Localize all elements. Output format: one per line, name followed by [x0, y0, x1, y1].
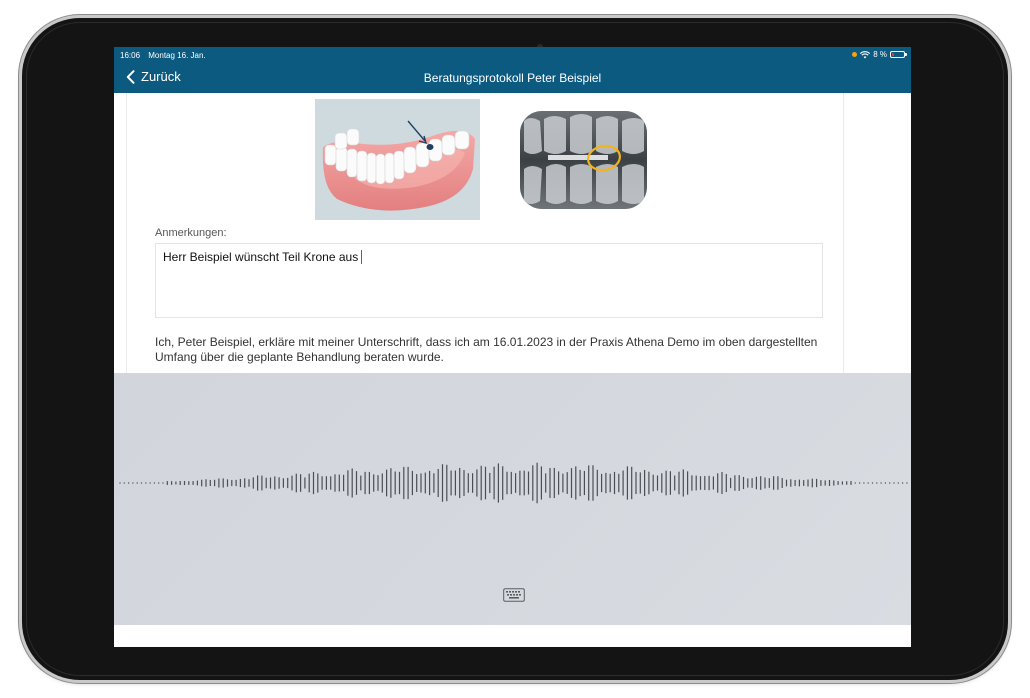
teeth-illustration	[315, 99, 480, 220]
text-cursor	[361, 250, 363, 264]
status-left: 16:06 Montag 16. Jan.	[120, 51, 212, 60]
notes-value: Herr Beispiel wünscht Teil Krone aus	[163, 250, 359, 264]
battery-icon	[890, 51, 907, 58]
battery-percent: 8 %	[873, 50, 887, 59]
bottom-area	[114, 625, 911, 647]
consultation-form: Anmerkungen: Herr Beispiel wünscht Teil …	[126, 93, 844, 373]
xray-image	[520, 111, 647, 209]
recording-indicator-icon	[852, 52, 858, 57]
status-date: Montag 16. Jan.	[148, 51, 206, 60]
status-bar: 16:06 Montag 16. Jan. 8 %	[114, 47, 911, 63]
screen: 16:06 Montag 16. Jan. 8 % Zurück Beratun…	[114, 47, 911, 647]
status-time: 16:06	[120, 51, 141, 60]
page-title: Beratungsprotokoll Peter Beispiel	[423, 71, 602, 85]
status-right: 8 %	[852, 50, 907, 59]
wifi-icon	[860, 50, 871, 58]
consent-text: Ich, Peter Beispiel, erkläre mit meiner …	[155, 335, 818, 364]
keyboard-icon	[503, 588, 525, 602]
navigation-bar: Zurück Beratungsprotokoll Peter Beispiel	[114, 63, 911, 93]
notes-textarea[interactable]: Herr Beispiel wünscht Teil Krone aus	[155, 243, 823, 318]
keyboard-button[interactable]	[503, 588, 525, 602]
dictation-panel	[114, 373, 911, 625]
notes-label: Anmerkungen:	[155, 227, 227, 239]
